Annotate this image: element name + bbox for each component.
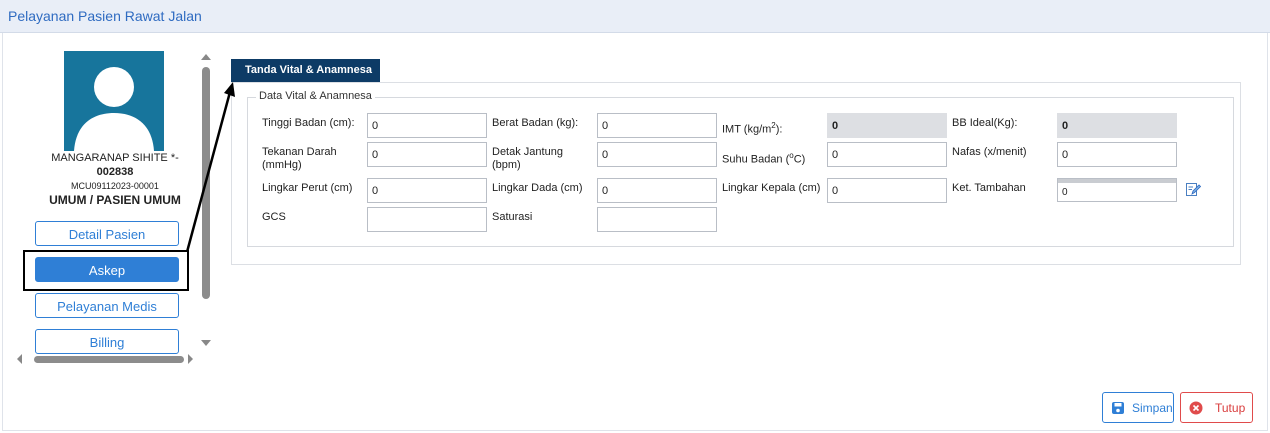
detak-jantung-input[interactable]: 0	[597, 142, 717, 167]
lingkar-dada-label: Lingkar Dada (cm)	[492, 182, 583, 194]
tutup-label: Tutup	[1215, 401, 1246, 415]
scroll-left-arrow-icon[interactable]	[17, 354, 22, 364]
tutup-button[interactable]: Tutup	[1180, 392, 1253, 423]
saturasi-label: Saturasi	[492, 211, 533, 223]
ket-tambahan-textarea[interactable]: 0	[1057, 178, 1177, 202]
patient-mcu-number: MCU09112023-00001	[71, 181, 159, 191]
berat-badan-input[interactable]: 0	[597, 113, 717, 138]
window-titlebar: Pelayanan Pasien Rawat Jalan	[0, 0, 1270, 33]
imt-readonly-field: 0	[827, 113, 947, 138]
imt-label-suffix: ):	[775, 123, 783, 136]
berat-badan-label: Berat Badan (kg):	[492, 117, 579, 129]
patient-type: UMUM / PASIEN UMUM	[49, 193, 181, 207]
lingkar-kepala-input[interactable]: 0	[827, 178, 947, 203]
gcs-label: GCS	[262, 211, 286, 223]
tab-tanda-vital[interactable]: Tanda Vital & Anamnesa	[231, 59, 380, 82]
close-icon	[1189, 401, 1203, 415]
lingkar-kepala-label: Lingkar Kepala (cm)	[722, 182, 821, 194]
suhu-badan-label-suffix: C)	[793, 153, 806, 166]
patient-name: MANGARANAP SIHITE *-	[51, 152, 179, 164]
lingkar-perut-input[interactable]: 0	[367, 178, 487, 203]
bb-ideal-readonly-field: 0	[1057, 113, 1177, 138]
detail-pasien-button[interactable]: Detail Pasien	[35, 221, 179, 246]
tinggi-badan-label: Tinggi Badan (cm):	[262, 117, 355, 129]
scroll-thumb[interactable]	[202, 67, 210, 299]
nafas-input[interactable]: 0	[1057, 142, 1177, 167]
ket-tambahan-value: 0	[1062, 187, 1068, 198]
askep-button[interactable]: Askep	[35, 257, 179, 282]
scroll-right-arrow-icon[interactable]	[188, 354, 193, 364]
simpan-label: Simpan	[1132, 401, 1173, 415]
simpan-button[interactable]: Simpan	[1102, 392, 1174, 423]
billing-button[interactable]: Billing	[35, 329, 179, 354]
tinggi-badan-input[interactable]: 0	[367, 113, 487, 138]
lingkar-perut-label: Lingkar Perut (cm)	[262, 182, 353, 194]
sidebar-horizontal-scrollbar[interactable]	[14, 352, 200, 366]
scroll-down-arrow-icon[interactable]	[201, 340, 211, 346]
suhu-badan-label-text: Suhu Badan (	[722, 153, 790, 166]
lingkar-dada-input[interactable]: 0	[597, 178, 717, 203]
saturasi-input[interactable]	[597, 207, 717, 232]
scroll-thumb-horizontal[interactable]	[34, 356, 184, 363]
detak-jantung-label-line2: (bpm)	[492, 159, 521, 171]
save-icon	[1112, 402, 1124, 414]
suhu-badan-label: Suhu Badan (oC)	[722, 149, 805, 167]
sidebar-vertical-scrollbar[interactable]	[199, 52, 213, 350]
tekanan-darah-label: Tekanan Darah (mmHg)	[262, 146, 337, 172]
window-title: Pelayanan Pasien Rawat Jalan	[8, 8, 202, 24]
tekanan-darah-label-line1: Tekanan Darah	[262, 146, 337, 158]
ket-tambahan-label: Ket. Tambahan	[952, 182, 1026, 194]
suhu-badan-input[interactable]: 0	[827, 142, 947, 167]
fieldset-legend: Data Vital & Anamnesa	[256, 90, 375, 102]
patient-id: 002838	[96, 166, 134, 178]
edit-icon[interactable]	[1185, 181, 1201, 197]
scroll-up-arrow-icon[interactable]	[201, 54, 211, 60]
imt-label-text: IMT (kg/m	[722, 123, 772, 136]
tekanan-darah-input[interactable]: 0	[367, 142, 487, 167]
textarea-resize-bar	[1058, 179, 1176, 183]
detak-jantung-label-line1: Detak Jantung	[492, 146, 563, 158]
gcs-input[interactable]	[367, 207, 487, 232]
user-silhouette-icon	[74, 67, 154, 151]
detak-jantung-label: Detak Jantung (bpm)	[492, 146, 563, 172]
avatar	[64, 51, 164, 151]
pelayanan-medis-button[interactable]: Pelayanan Medis	[35, 293, 179, 318]
tekanan-darah-label-line2: (mmHg)	[262, 159, 302, 171]
imt-label: IMT (kg/m2):	[722, 119, 782, 137]
nafas-label: Nafas (x/menit)	[952, 146, 1027, 158]
bb-ideal-label: BB Ideal(Kg):	[952, 117, 1018, 129]
